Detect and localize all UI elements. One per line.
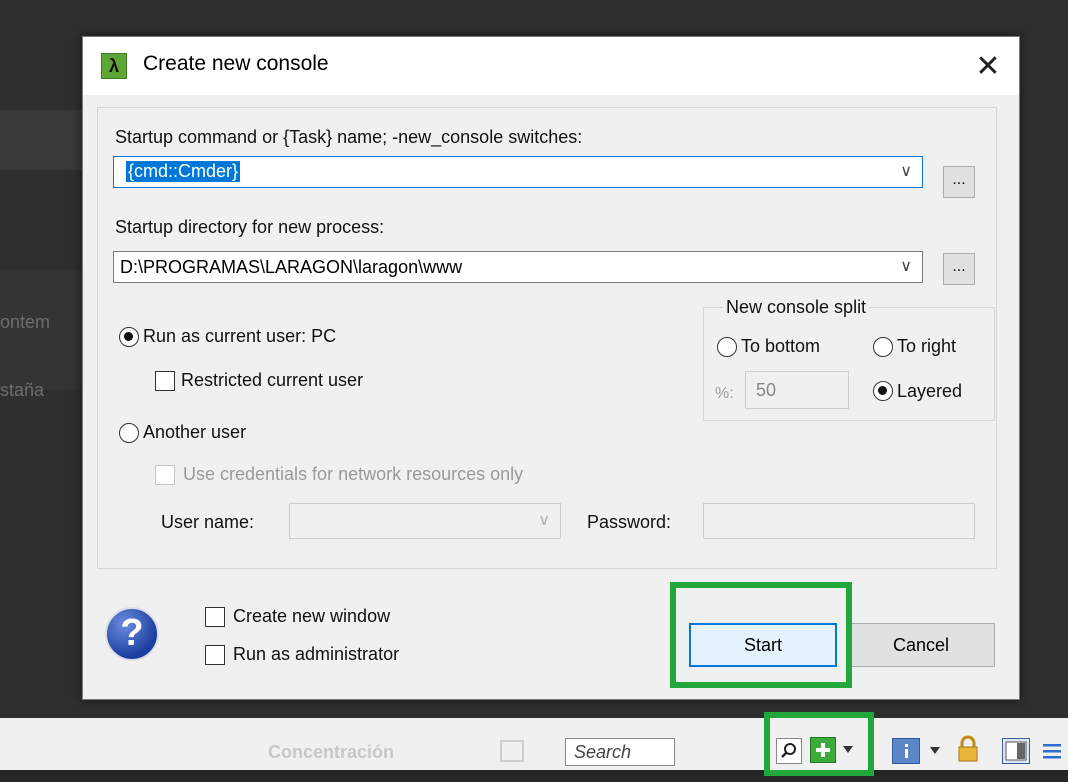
toolbar-ghost-label: Concentración (268, 742, 395, 762)
run-as-admin-checkbox[interactable] (205, 645, 225, 665)
user-name-label: User name: (161, 512, 255, 532)
use-credentials-checkbox[interactable] (155, 465, 175, 485)
hamburger-icon (1043, 744, 1061, 759)
browse-dir-button[interactable]: ... (943, 253, 975, 285)
split-group-title: New console split (723, 297, 870, 318)
user-name-combo[interactable]: ∨ (289, 503, 561, 539)
startup-dir-value: D:\PROGRAMAS\LARAGON\laragon\www (120, 257, 463, 277)
startup-dir-label: Startup directory for new process: (115, 217, 385, 237)
create-window-label: Create new window (233, 606, 391, 626)
startup-command-value: {cmd::Cmder} (126, 161, 241, 182)
title-bar: λ Create new console ✕ (83, 37, 1019, 95)
password-field[interactable] (703, 503, 975, 539)
close-icon: ✕ (975, 49, 1001, 83)
startup-command-combo[interactable]: {cmd::Cmder} ∨ (113, 156, 923, 188)
caret-down-icon (930, 747, 940, 754)
layered-label: Layered (897, 381, 963, 401)
layered-radio[interactable] (873, 381, 893, 401)
cancel-button[interactable]: Cancel (847, 623, 995, 667)
menu-button[interactable] (1040, 738, 1064, 764)
background-panel (0, 110, 85, 170)
split-percent-field[interactable]: 50 (745, 371, 849, 409)
help-icon[interactable]: ? (105, 607, 159, 661)
ghost-panel-icon (500, 740, 524, 762)
info-icon (905, 744, 908, 758)
split-percent-value: 50 (756, 380, 777, 400)
lambda-icon: λ (101, 53, 127, 79)
info-dropdown[interactable] (929, 745, 941, 757)
search-box[interactable] (565, 738, 675, 766)
create-window-checkbox[interactable] (205, 607, 225, 627)
search-input[interactable] (566, 739, 674, 765)
run-as-current-label: Run as current user: PC (143, 326, 337, 346)
to-right-radio[interactable] (873, 337, 893, 357)
split-panel-icon (1005, 741, 1027, 761)
lock-icon (958, 735, 978, 762)
restricted-user-label: Restricted current user (181, 370, 364, 390)
run-as-current-radio[interactable] (119, 327, 139, 347)
password-label: Password: (587, 512, 672, 532)
lock-button[interactable] (956, 734, 980, 764)
percent-label: %: (715, 385, 734, 402)
to-right-label: To right (897, 336, 957, 356)
another-user-label: Another user (143, 422, 247, 442)
close-button[interactable]: ✕ (957, 37, 1019, 95)
taskbar-strip (0, 770, 1068, 782)
startup-command-label: Startup command or {Task} name; -new_con… (115, 127, 583, 147)
use-credentials-label: Use credentials for network resources on… (183, 464, 524, 484)
dialog-title: Create new console (143, 52, 329, 75)
to-bottom-label: To bottom (741, 336, 821, 356)
panel-toggle-button[interactable] (1002, 738, 1030, 764)
create-console-dialog: λ Create new console ✕ Startup command o… (82, 36, 1020, 700)
to-bottom-radio[interactable] (717, 337, 737, 357)
startup-dir-combo[interactable]: D:\PROGRAMAS\LARAGON\laragon\www ∨ (113, 251, 923, 283)
run-as-admin-label: Run as administrator (233, 644, 400, 664)
chevron-down-icon[interactable]: ∨ (900, 161, 912, 181)
browse-command-button[interactable]: ... (943, 166, 975, 198)
info-button[interactable] (892, 738, 920, 764)
restricted-user-checkbox[interactable] (155, 371, 175, 391)
background-text: ontem (0, 312, 51, 332)
chevron-down-icon[interactable]: ∨ (900, 256, 912, 276)
chevron-down-icon[interactable]: ∨ (538, 510, 550, 530)
background-text: staña (0, 380, 45, 400)
highlight-box (764, 712, 874, 776)
another-user-radio[interactable] (119, 423, 139, 443)
highlight-box (670, 582, 852, 688)
